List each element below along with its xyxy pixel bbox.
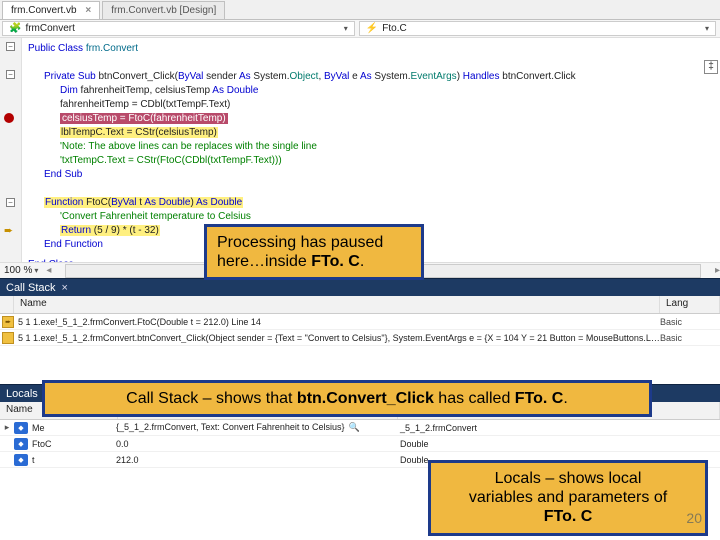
variable-icon: ◆ (14, 454, 28, 466)
member-nav-bar: 🧩 frmConvert ▾ ⚡ Fto.C ▾ (0, 20, 720, 38)
slide-number: 20 (686, 510, 702, 526)
method-dropdown[interactable]: ⚡ Fto.C ▾ (359, 21, 716, 36)
tab-frmconvert-vb[interactable]: frm.Convert.vb × (2, 1, 100, 19)
locals-row[interactable]: ▸ ◆ Me {_5_1_2.frmConvert, Text: Convert… (0, 420, 720, 436)
callstack-panel-title: Call Stack × (0, 278, 720, 296)
class-icon: 🧩 (9, 23, 21, 34)
split-toggle[interactable]: ‡ (704, 60, 718, 74)
locals-row[interactable]: ◆ FtoC 0.0 Double (0, 436, 720, 452)
callstack-rows: ➨ 5 1 1.exe!_5_1_2.frmConvert.FtoC(Doubl… (0, 314, 720, 384)
callout-locals: Locals – shows local variables and param… (428, 460, 708, 536)
col-name[interactable]: Name (14, 296, 660, 313)
method-name: Fto.C (382, 23, 406, 34)
chevron-down-icon: ▾ (344, 24, 348, 33)
close-icon[interactable]: × (62, 282, 68, 294)
class-name: frmConvert (25, 23, 74, 34)
fold-toggle[interactable]: − (6, 198, 15, 207)
method-icon: ⚡ (366, 23, 378, 34)
callout-callstack: Call Stack – shows that btn.Convert_Clic… (42, 380, 652, 417)
breakpoint-icon[interactable] (4, 113, 14, 123)
class-dropdown[interactable]: 🧩 frmConvert ▾ (2, 21, 355, 36)
close-icon[interactable]: × (85, 5, 91, 16)
tab-label: frm.Convert.vb (11, 5, 77, 16)
scroll-right-icon[interactable]: ▸ (715, 264, 720, 278)
callstack-header: Name Lang (0, 296, 720, 314)
chevron-down-icon[interactable]: ▾ (34, 264, 38, 278)
current-line-arrow-icon: ➨ (4, 224, 13, 238)
variable-icon: ◆ (14, 438, 28, 450)
callout-processing-paused: Processing has paused here…inside FTo. C… (204, 224, 424, 280)
magnifier-icon[interactable]: 🔍 (348, 422, 359, 432)
fold-toggle[interactable]: − (6, 42, 15, 51)
callstack-row[interactable]: 5 1 1.exe!_5_1_2.frmConvert.btnConvert_C… (0, 330, 720, 346)
editor-gutter: − − − ➨ (0, 38, 22, 278)
fold-toggle[interactable]: − (6, 70, 15, 79)
frame-icon (2, 332, 14, 344)
expand-icon[interactable]: ▸ (0, 422, 14, 433)
zoom-level[interactable]: 100 % (4, 264, 32, 278)
tab-frmconvert-design[interactable]: frm.Convert.vb [Design] (102, 1, 225, 19)
object-icon: ◆ (14, 422, 28, 434)
selected-line: celsiusTemp = FtoC(fahrenheitTemp) (60, 113, 228, 124)
col-lang[interactable]: Lang (660, 296, 720, 313)
tab-label: frm.Convert.vb [Design] (111, 5, 216, 16)
scroll-left-icon[interactable]: ◂ (46, 264, 51, 278)
document-tabs: frm.Convert.vb × frm.Convert.vb [Design] (0, 0, 720, 20)
arrow-current-icon: ➨ (2, 316, 14, 328)
chevron-down-icon: ▾ (705, 24, 709, 33)
callstack-row[interactable]: ➨ 5 1 1.exe!_5_1_2.frmConvert.FtoC(Doubl… (0, 314, 720, 330)
